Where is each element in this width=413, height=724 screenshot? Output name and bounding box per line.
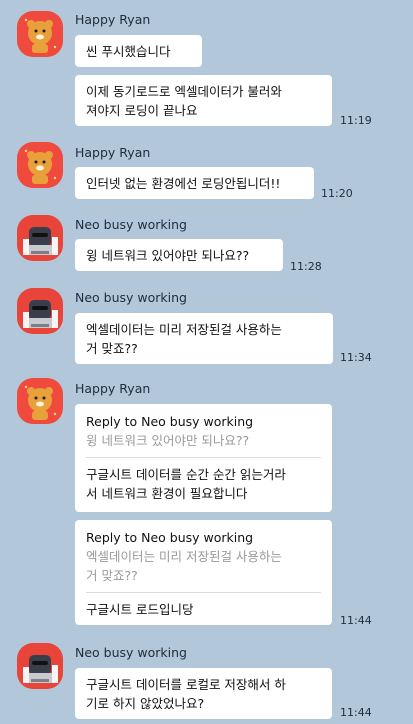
reply-divider <box>86 457 321 458</box>
message-text-line: 엑셀데이터는 미리 저장된걸 사용하는 <box>86 322 282 337</box>
message-text-line: 이제 동기로드로 엑셀데이터가 불러와 <box>86 84 282 99</box>
message-time: 11:19 <box>340 114 372 127</box>
sender-name: Happy Ryan <box>75 381 151 396</box>
sender-name: Happy Ryan <box>75 145 151 160</box>
message-time: 11:44 <box>340 614 372 627</box>
reply-quote[interactable]: 윙 네트워크 있어야만 되나요?? <box>86 431 321 450</box>
message-text: 윙 네트워크 있어야만 되나요?? <box>86 248 250 263</box>
message-text-line: 구글시트 데이터를 로컬로 저장해서 하 <box>86 677 286 692</box>
message-text-line: 서 네트워크 환경이 필요합니다 <box>86 486 248 501</box>
reply-quote-line[interactable]: 거 맞죠?? <box>86 566 321 585</box>
avatar-happy-ryan-icon[interactable] <box>17 378 63 424</box>
message-time: 11:20 <box>321 187 353 200</box>
message-bubble[interactable]: 인터넷 없는 환경에선 로딩안됩니더!! <box>75 167 314 199</box>
reply-quote-line[interactable]: 엑셀데이터는 미리 저장된걸 사용하는 <box>86 547 321 566</box>
message-bubble[interactable]: 씬 푸시했습니다 <box>75 35 202 67</box>
message-bubble[interactable]: 구글시트 데이터를 로컬로 저장해서 하 기로 하지 않았었나요? <box>75 668 332 719</box>
avatar-neo-icon[interactable] <box>17 643 63 689</box>
avatar-happy-ryan-icon[interactable] <box>17 11 63 57</box>
message-time: 11:34 <box>340 351 372 364</box>
avatar-happy-ryan-icon[interactable] <box>17 142 63 188</box>
reply-message-bubble[interactable]: Reply to Neo busy working 윙 네트워크 있어야만 되나… <box>75 404 332 512</box>
message-bubble[interactable]: 윙 네트워크 있어야만 되나요?? <box>75 239 283 271</box>
message-text: 씬 푸시했습니다 <box>86 44 171 59</box>
sender-name: Neo busy working <box>75 645 187 660</box>
sender-name: Neo busy working <box>75 217 187 232</box>
message-time: 11:44 <box>340 706 372 719</box>
reply-message-bubble[interactable]: Reply to Neo busy working 엑셀데이터는 미리 저장된걸… <box>75 520 332 625</box>
reply-header: Reply to Neo busy working <box>86 530 254 545</box>
avatar-neo-icon[interactable] <box>17 215 63 261</box>
reply-divider <box>86 592 321 593</box>
reply-header: Reply to Neo busy working <box>86 414 254 429</box>
sender-name: Happy Ryan <box>75 12 151 27</box>
message-text-line: 구글시트 데이터를 순간 순간 읽는거라 <box>86 467 286 482</box>
message-text-line: 져야지 로딩이 끝나요 <box>86 103 198 118</box>
message-bubble[interactable]: 이제 동기로드로 엑셀데이터가 불러와 져야지 로딩이 끝나요 <box>75 75 332 126</box>
sender-name: Neo busy working <box>75 290 187 305</box>
message-text: 구글시트 로드입니당 <box>86 602 194 617</box>
message-text-line: 거 맞죠?? <box>86 341 138 356</box>
message-bubble[interactable]: 엑셀데이터는 미리 저장된걸 사용하는 거 맞죠?? <box>75 313 333 364</box>
message-text-line: 기로 하지 않았었나요? <box>86 696 205 711</box>
avatar-neo-icon[interactable] <box>17 288 63 334</box>
message-text: 인터넷 없는 환경에선 로딩안됩니더!! <box>86 176 281 191</box>
message-time: 11:28 <box>290 260 322 273</box>
